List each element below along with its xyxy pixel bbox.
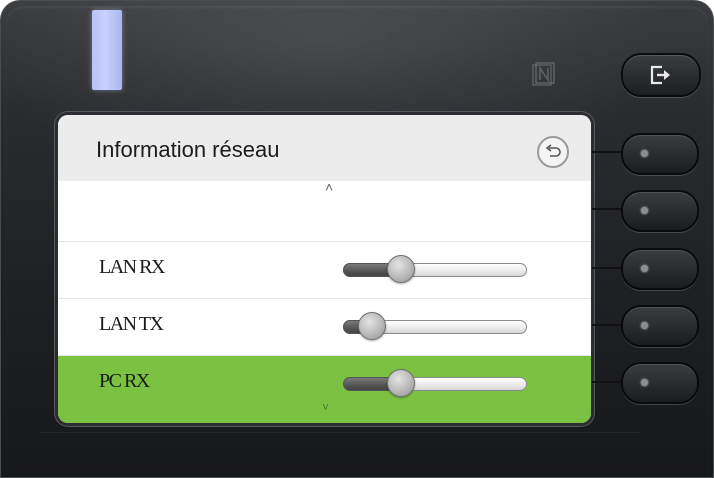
softkey-2[interactable]: [621, 190, 699, 232]
softkey-4[interactable]: [621, 305, 699, 347]
back-button[interactable]: [537, 136, 569, 168]
screen-header: Information réseau: [58, 115, 591, 181]
softkey-1[interactable]: [621, 133, 699, 175]
softkey-indicator-dot: [641, 207, 648, 214]
softkey-3[interactable]: [621, 248, 699, 290]
softkey-indicator-dot: [641, 322, 648, 329]
list-item-lan-rx[interactable]: LAN RX: [58, 242, 591, 299]
display-screen: Information réseau ˄ LAN RX LAN TX PC RX…: [58, 115, 591, 423]
softkey-indicator-dot: [641, 379, 648, 386]
page-title: Information réseau: [96, 137, 280, 162]
softkey-indicator-dot: [641, 265, 648, 272]
phone-body: Information réseau ˄ LAN RX LAN TX PC RX…: [0, 0, 714, 478]
softkey-5[interactable]: [621, 362, 699, 404]
bezel-bottom-edge: [40, 432, 640, 433]
nfc-icon: [532, 62, 555, 86]
list-item-empty: [58, 195, 591, 242]
softkey-connector: [592, 267, 624, 269]
level-slider: [343, 255, 527, 283]
level-slider: [343, 369, 527, 397]
softkey-column: [592, 0, 714, 478]
list-item-lan-tx[interactable]: LAN TX: [58, 299, 591, 356]
notification-led: [92, 10, 122, 90]
list-item-label: LAN TX: [99, 313, 164, 335]
back-arrow-icon: [545, 144, 561, 157]
slider-knob: [387, 255, 415, 283]
softkey-connector: [592, 324, 624, 326]
scroll-up-indicator: ˄: [325, 179, 334, 195]
list-item-label: PC RX: [99, 370, 150, 392]
softkey-connector: [592, 151, 624, 153]
slider-knob: [387, 369, 415, 397]
scroll-down-indicator: ˅: [322, 400, 330, 414]
softkey-indicator-dot: [641, 150, 648, 157]
slider-knob: [358, 312, 386, 340]
list-item-label: LAN RX: [99, 256, 165, 278]
softkey-connector: [592, 381, 624, 383]
softkey-connector: [592, 208, 624, 210]
level-slider: [343, 312, 527, 340]
